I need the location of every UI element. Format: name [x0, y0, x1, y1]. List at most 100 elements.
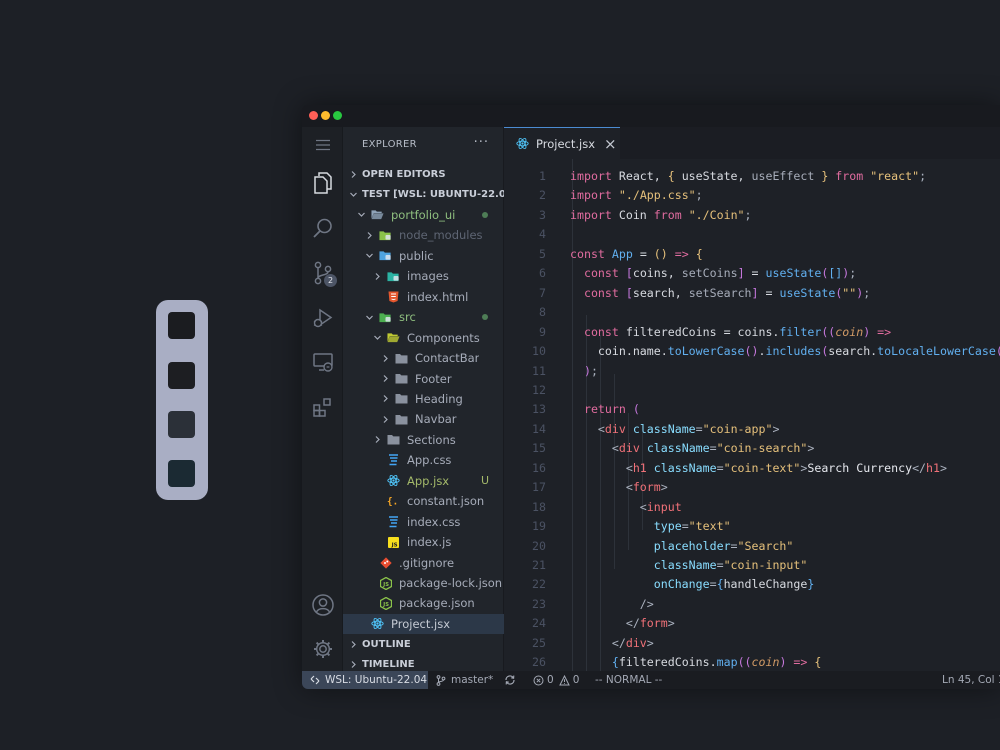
tree-item-components[interactable]: Components — [343, 328, 504, 348]
tree-item-index-css[interactable]: index.css — [343, 512, 504, 532]
tree-item-index-html[interactable]: index.html — [343, 287, 504, 307]
tree-item-public[interactable]: public — [343, 246, 504, 266]
code-token: = — [695, 421, 703, 436]
code-token: > — [660, 480, 668, 495]
cursor-position[interactable]: Ln 45, Col 1 — [942, 671, 1000, 689]
accounts-icon[interactable] — [302, 587, 343, 623]
tree-item-gitignore[interactable]: .gitignore — [343, 553, 504, 573]
code-token: h1 — [926, 460, 940, 475]
tree-item-sections[interactable]: Sections — [343, 430, 504, 450]
code-token: div — [604, 421, 626, 436]
explorer-files-icon[interactable] — [302, 165, 343, 201]
settings-gear-icon[interactable] — [302, 631, 343, 667]
code-token: = — [709, 577, 717, 592]
search-icon[interactable] — [302, 210, 343, 246]
git-file-icon — [379, 556, 392, 569]
vim-mode: -- NORMAL -- — [595, 674, 663, 686]
tree-item-constant-json[interactable]: {..} constant.json — [343, 491, 504, 511]
swatch-2[interactable] — [168, 362, 195, 389]
chevron-down-icon — [363, 246, 375, 266]
code-token: [ — [625, 285, 633, 300]
code-token: search — [632, 285, 675, 300]
code-token: = — [709, 441, 717, 456]
tree-item-node-modules[interactable]: node_modules — [343, 225, 504, 245]
remote-explorer-icon[interactable] — [302, 344, 343, 380]
tree-item-navbar[interactable]: Navbar — [343, 409, 504, 429]
code-editor[interactable]: 1 import React, { useState, useEffect } f… — [504, 159, 1000, 671]
code-token: = — [716, 460, 724, 475]
sync-button[interactable] — [504, 671, 516, 689]
editor-window: 2 EXPLORER ··· OPEN EDITORS TEST [WSL: UB… — [302, 105, 1000, 689]
svg-text:JS: JS — [382, 602, 389, 608]
tree-item-label: App.jsx — [407, 473, 450, 488]
code-token: return — [583, 402, 626, 417]
code-token: ; — [849, 266, 857, 281]
react-file-icon — [387, 474, 400, 487]
menu-icon[interactable] — [302, 127, 343, 163]
close-window-icon[interactable] — [309, 111, 318, 120]
tree-item-label: TEST [WSL: UBUNTU-22.04] — [362, 188, 504, 200]
code-text: import "./App.css"; — [570, 186, 703, 206]
code-text: <form> — [570, 478, 668, 498]
code-token: from — [653, 207, 682, 222]
code-text: import Coin from "./Coin"; — [570, 206, 752, 226]
maximize-window-icon[interactable] — [333, 111, 342, 120]
source-control-icon[interactable]: 2 — [302, 255, 343, 291]
swatch-1[interactable] — [168, 312, 195, 339]
tree-item-portfolio-ui[interactable]: portfolio_ui — [343, 205, 504, 225]
tree-item-app-jsx[interactable]: App.jsx U — [343, 471, 504, 491]
section-test-wsl-ubuntu-22-04[interactable]: TEST [WSL: UBUNTU-22.04] — [343, 184, 504, 204]
tree-item-project-jsx[interactable]: Project.jsx — [343, 613, 504, 634]
line-number: 23 — [532, 596, 546, 611]
tree-item-label: package.json — [399, 596, 475, 611]
tab-project-jsx[interactable]: Project.jsx × — [504, 127, 620, 159]
tree-item-label: Footer — [415, 371, 452, 386]
tree-item-package-lock-json[interactable]: JS package-lock.json — [343, 573, 504, 593]
folder-images-icon — [387, 270, 400, 283]
section-open-editors[interactable]: OPEN EDITORS — [343, 164, 504, 184]
sync-icon — [504, 674, 516, 686]
code-token: "react" — [870, 169, 920, 183]
code-token: "coin-search" — [716, 441, 808, 456]
tree-item-package-json[interactable]: JS package.json — [343, 593, 504, 613]
code-token: { — [716, 577, 724, 592]
code-token: "Search" — [737, 538, 794, 553]
tree-item-images[interactable]: images — [343, 266, 504, 286]
tree-item-label: Components — [407, 330, 480, 345]
code-line: 4 — [504, 225, 1000, 245]
problems-indicator[interactable]: 0 0 — [533, 671, 579, 689]
code-token: > — [646, 635, 654, 650]
swatch-3[interactable] — [168, 411, 195, 438]
code-token: useEffect — [751, 169, 815, 183]
section-outline[interactable]: OUTLINE — [343, 634, 504, 654]
tree-item-index-js[interactable]: JS index.js — [343, 532, 504, 552]
line-number: 9 — [539, 324, 546, 339]
untracked-badge: U — [480, 473, 489, 487]
remote-indicator[interactable]: WSL: Ubuntu-22.04 — [302, 671, 428, 689]
branch-indicator[interactable]: master* — [436, 671, 493, 689]
code-text: type="text" — [570, 517, 731, 537]
tree-item-label: OUTLINE — [362, 638, 411, 650]
line-number: 6 — [539, 266, 546, 281]
tree-item-footer[interactable]: Footer — [343, 369, 504, 389]
code-line: 12 — [504, 381, 1000, 401]
code-text: ); — [570, 362, 598, 382]
close-icon[interactable]: × — [604, 135, 617, 153]
run-debug-icon[interactable] — [302, 300, 343, 336]
tree-item-heading[interactable]: Heading — [343, 389, 504, 409]
tree-item-contactbar[interactable]: ContactBar — [343, 348, 504, 368]
chevron-right-icon — [379, 409, 391, 429]
code-token: () — [744, 344, 759, 359]
minimize-window-icon[interactable] — [321, 111, 330, 120]
code-token: > — [667, 616, 675, 631]
swatch-4[interactable] — [168, 460, 195, 487]
tree-item-label: App.css — [407, 453, 452, 468]
more-actions-icon[interactable]: ··· — [474, 135, 489, 150]
tree-item-app-css[interactable]: App.css — [343, 450, 504, 470]
code-token: coin.name. — [570, 344, 668, 359]
extensions-icon[interactable] — [302, 389, 343, 425]
tree-item-src[interactable]: src — [343, 307, 504, 327]
